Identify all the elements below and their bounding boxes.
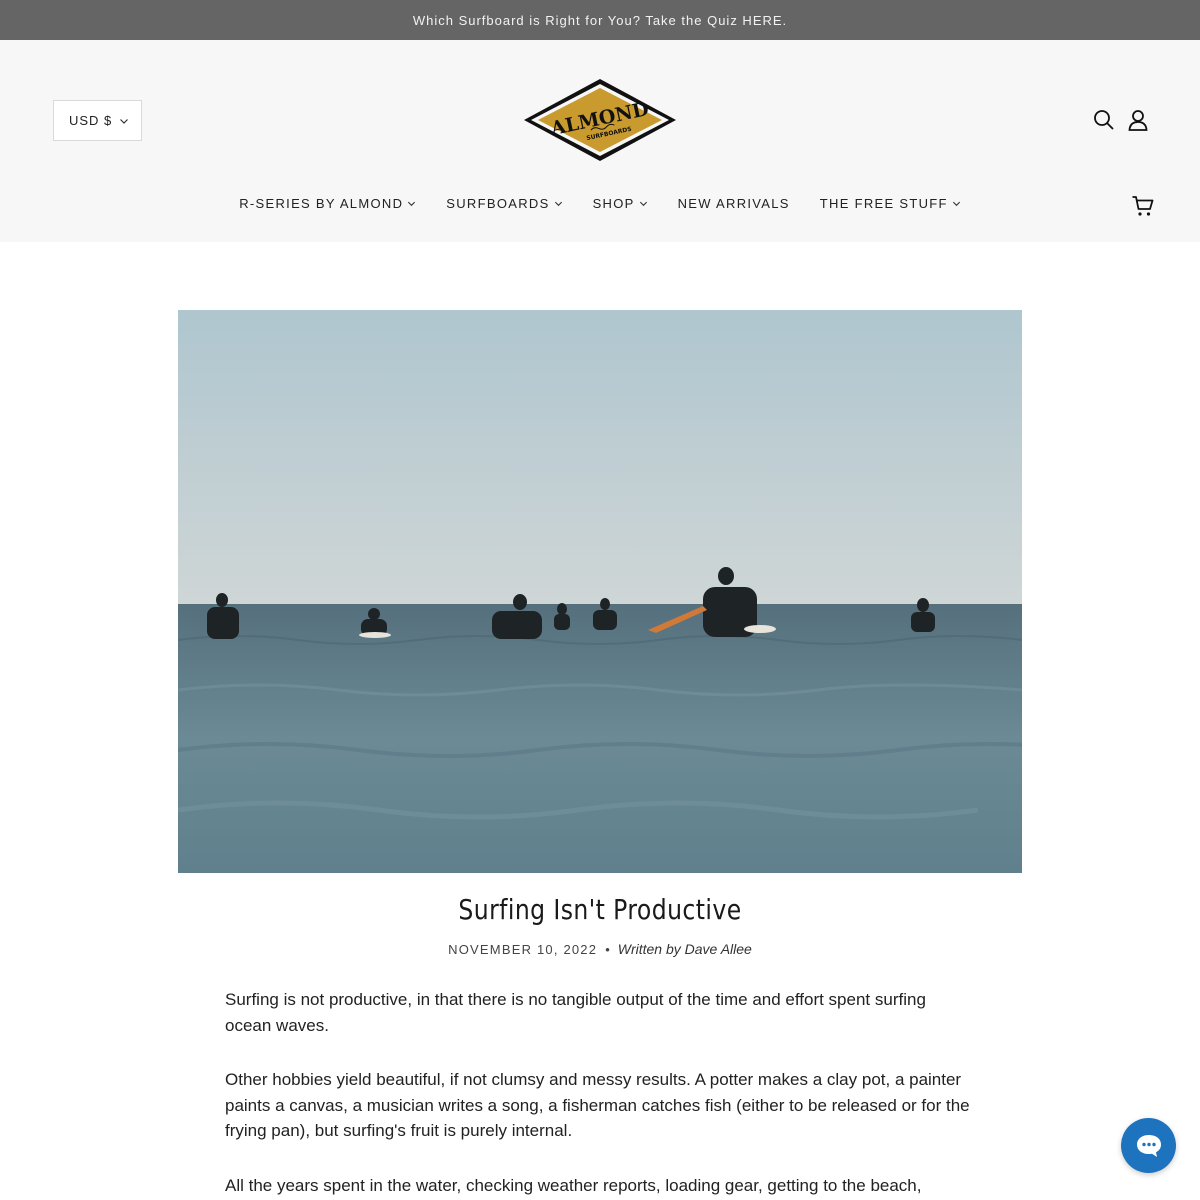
site-header: USD $ ALMOND SURFBOARDS R-SERIES BY ALMO… <box>0 40 1200 242</box>
chevron-down-icon <box>952 201 960 207</box>
main-nav: R-SERIES BY ALMOND SURFBOARDS SHOP NEW A… <box>0 196 1200 211</box>
article-body: Surfing is not productive, in that there… <box>225 987 975 1200</box>
hero-image <box>178 310 1022 873</box>
nav-item-surfboards[interactable]: SURFBOARDS <box>446 196 562 211</box>
chat-icon <box>1136 1134 1161 1157</box>
article-paragraph: Other hobbies yield beautiful, if not cl… <box>225 1070 970 1140</box>
announcement-bar[interactable]: Which Surfboard is Right for You? Take t… <box>0 0 1200 40</box>
nav-item-free-stuff[interactable]: THE FREE STUFF <box>820 196 961 211</box>
chevron-down-icon <box>408 201 416 207</box>
announcement-text[interactable]: Which Surfboard is Right for You? Take t… <box>413 13 787 28</box>
nav-item-new-arrivals[interactable]: NEW ARRIVALS <box>678 196 790 211</box>
nav-item-shop[interactable]: SHOP <box>593 196 648 211</box>
article-paragraph: All the years spent in the water, checki… <box>225 1175 922 1195</box>
article-title: Surfing Isn't Productive <box>458 893 742 926</box>
cart-icon[interactable] <box>1130 193 1156 219</box>
chevron-down-icon <box>119 114 129 129</box>
chevron-down-icon <box>639 201 647 207</box>
chevron-down-icon <box>554 201 562 207</box>
nav-item-r-series[interactable]: R-SERIES BY ALMOND <box>239 196 416 211</box>
article-paragraph: Surfing is not productive, in that there… <box>225 990 926 1035</box>
article-meta: NOVEMBER 10, 2022 • Written by Dave Alle… <box>0 941 1200 957</box>
article-author: Written by Dave Allee <box>617 941 752 957</box>
account-icon[interactable] <box>1126 108 1150 132</box>
search-icon[interactable] <box>1092 108 1116 132</box>
currency-selector[interactable]: USD $ <box>53 100 142 141</box>
almond-logo[interactable]: ALMOND SURFBOARDS <box>523 78 677 162</box>
article-date: NOVEMBER 10, 2022 <box>448 941 598 957</box>
meta-separator: • <box>605 941 610 957</box>
chat-button[interactable] <box>1121 1118 1176 1173</box>
currency-label: USD $ <box>69 113 113 128</box>
